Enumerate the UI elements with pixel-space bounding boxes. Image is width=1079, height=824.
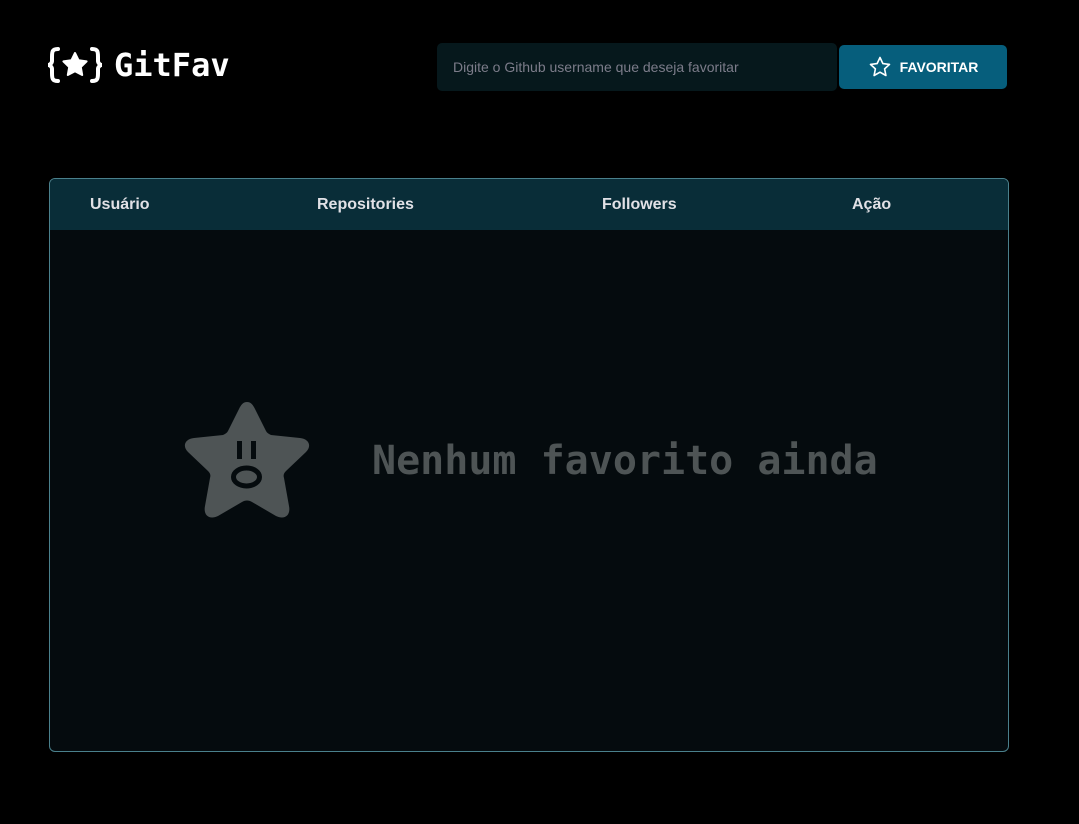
star-outline-icon <box>869 56 890 77</box>
empty-state-message: Nenhum favorito ainda <box>372 438 878 484</box>
table-header: Usuário Repositories Followers Ação <box>50 179 1008 230</box>
column-header-repositories: Repositories <box>317 195 414 213</box>
column-header-user: Usuário <box>90 195 150 213</box>
favorites-table: Usuário Repositories Followers Ação Nenh… <box>49 178 1009 752</box>
table-body: Nenhum favorito ainda <box>50 230 1008 751</box>
logo: GitFav <box>48 46 230 84</box>
column-header-action: Ação <box>852 195 892 213</box>
column-header-followers: Followers <box>602 195 677 213</box>
search-field <box>437 43 837 91</box>
logo-text: GitFav <box>114 46 230 84</box>
star-braces-icon <box>48 47 102 83</box>
surprised-star-icon <box>184 402 310 518</box>
favorite-button-label: FAVORITAR <box>899 59 979 75</box>
username-search-input[interactable] <box>437 43 837 91</box>
empty-state: Nenhum favorito ainda <box>180 398 878 524</box>
favorite-button[interactable]: FAVORITAR <box>839 45 1007 89</box>
app-page: GitFav FAVORITAR Usuário Repositories Fo… <box>0 0 1079 824</box>
